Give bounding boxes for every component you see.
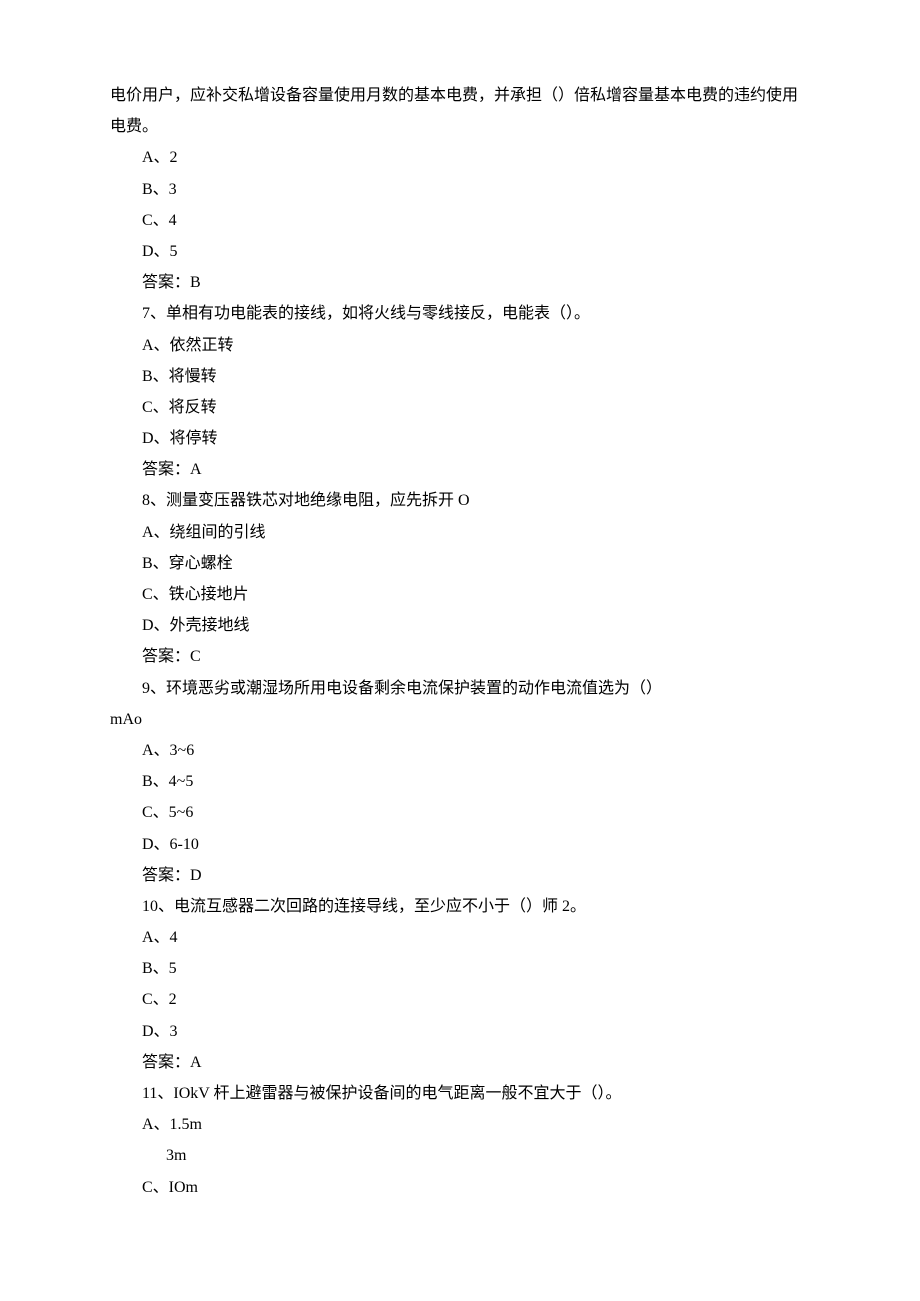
text-line: B、穿心螺栓: [110, 548, 810, 579]
text-line: A、依然正转: [110, 330, 810, 361]
text-line: A、4: [110, 922, 810, 953]
text-line: 答案：C: [110, 641, 810, 672]
text-line: C、铁心接地片: [110, 579, 810, 610]
text-line: D、外壳接地线: [110, 610, 810, 641]
text-line: C、2: [110, 984, 810, 1015]
text-line: C、5~6: [110, 797, 810, 828]
text-line: 答案：D: [110, 860, 810, 891]
text-line: 9、环境恶劣或潮湿场所用电设备剩余电流保护装置的动作电流值选为（）: [110, 673, 810, 704]
text-line: C、IOm: [110, 1172, 810, 1203]
text-line: 答案：A: [110, 1047, 810, 1078]
text-line: A、2: [110, 142, 810, 173]
text-line: C、将反转: [110, 392, 810, 423]
text-line: 答案：B: [110, 267, 810, 298]
document-page: 电价用户，应补交私增设备容量使用月数的基本电费，并承担（）倍私增容量基本电费的违…: [0, 0, 920, 1283]
text-line: 8、测量变压器铁芯对地绝缘电阻，应先拆开 O: [110, 485, 810, 516]
text-line: B、5: [110, 953, 810, 984]
text-line: 电价用户，应补交私增设备容量使用月数的基本电费，并承担（）倍私增容量基本电费的违…: [110, 80, 810, 142]
text-line: A、3~6: [110, 735, 810, 766]
text-line: 10、电流互感器二次回路的连接导线，至少应不小于（）师 2。: [110, 891, 810, 922]
text-line: 11、IOkV 杆上避雷器与被保护设备间的电气距离一般不宜大于（）。: [110, 1078, 810, 1109]
text-line: B、将慢转: [110, 361, 810, 392]
text-line: D、5: [110, 236, 810, 267]
text-line: C、4: [110, 205, 810, 236]
text-line: B、3: [110, 174, 810, 205]
text-line: B、4~5: [110, 766, 810, 797]
text-line: A、1.5m: [110, 1109, 810, 1140]
text-line: D、6-10: [110, 829, 810, 860]
text-line: D、3: [110, 1016, 810, 1047]
text-line: 7、单相有功电能表的接线，如将火线与零线接反，电能表（）。: [110, 298, 810, 329]
text-line: 3m: [110, 1140, 810, 1171]
text-line: 答案：A: [110, 454, 810, 485]
text-line: D、将停转: [110, 423, 810, 454]
text-line: A、绕组间的引线: [110, 517, 810, 548]
text-line: mAo: [110, 704, 810, 735]
